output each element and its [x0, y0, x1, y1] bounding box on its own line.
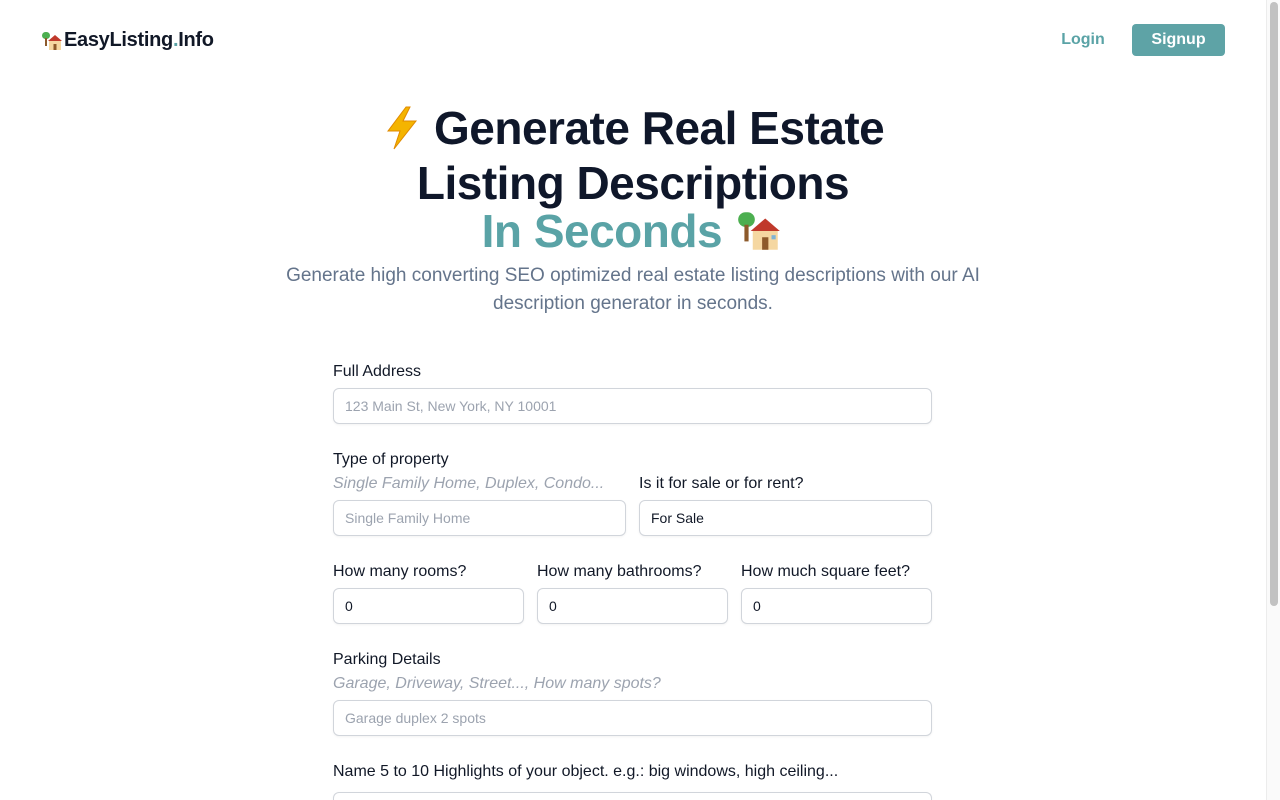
square-feet-label: How much square feet? — [741, 563, 910, 580]
bathrooms-input[interactable]: 0 — [537, 588, 728, 624]
house-tree-icon — [42, 31, 62, 50]
page-title: Generate Real Estate Listing Description… — [0, 104, 1266, 263]
login-button[interactable]: Login — [1052, 24, 1114, 56]
parking-hint: Garage, Driveway, Street..., How many sp… — [333, 675, 661, 692]
page-scrollbar[interactable] — [1266, 0, 1280, 800]
property-type-label: Type of property — [333, 451, 449, 468]
sale-rent-input[interactable]: For Sale — [639, 500, 932, 536]
rooms-input[interactable]: 0 — [333, 588, 524, 624]
logo-text-main: EasyListing — [64, 29, 173, 51]
address-input[interactable]: 123 Main St, New York, NY 10001 — [333, 388, 932, 424]
property-type-input[interactable]: Single Family Home — [333, 500, 626, 536]
logo-text-suffix: Info — [178, 29, 214, 51]
address-label: Full Address — [333, 363, 422, 380]
highlights-input[interactable] — [333, 792, 932, 800]
sale-rent-label: Is it for sale or for rent? — [639, 475, 804, 492]
house-tree-icon — [734, 207, 784, 263]
title-line-2: Listing Descriptions — [416, 156, 850, 209]
site-logo[interactable]: EasyListing. Info — [40, 29, 214, 52]
bathrooms-label: How many bathrooms? — [537, 563, 702, 580]
property-type-hint: Single Family Home, Duplex, Condo... — [333, 475, 605, 492]
top-nav: EasyListing. Info Login Signup — [0, 0, 1266, 80]
hero-subtitle: Generate high converting SEO optimized r… — [286, 265, 980, 314]
square-feet-input[interactable]: 0 — [741, 588, 932, 624]
highlights-label: Name 5 to 10 Highlights of your object. … — [333, 763, 839, 780]
signup-button[interactable]: Signup — [1132, 24, 1225, 56]
title-line-3: In Seconds — [481, 205, 723, 257]
lightning-icon — [382, 105, 422, 159]
parking-label: Parking Details — [333, 651, 441, 668]
scrollbar-thumb[interactable] — [1270, 2, 1278, 606]
rooms-label: How many rooms? — [333, 563, 467, 580]
parking-input[interactable]: Garage duplex 2 spots — [333, 700, 932, 736]
title-line-1: Generate Real Estate — [434, 102, 885, 154]
